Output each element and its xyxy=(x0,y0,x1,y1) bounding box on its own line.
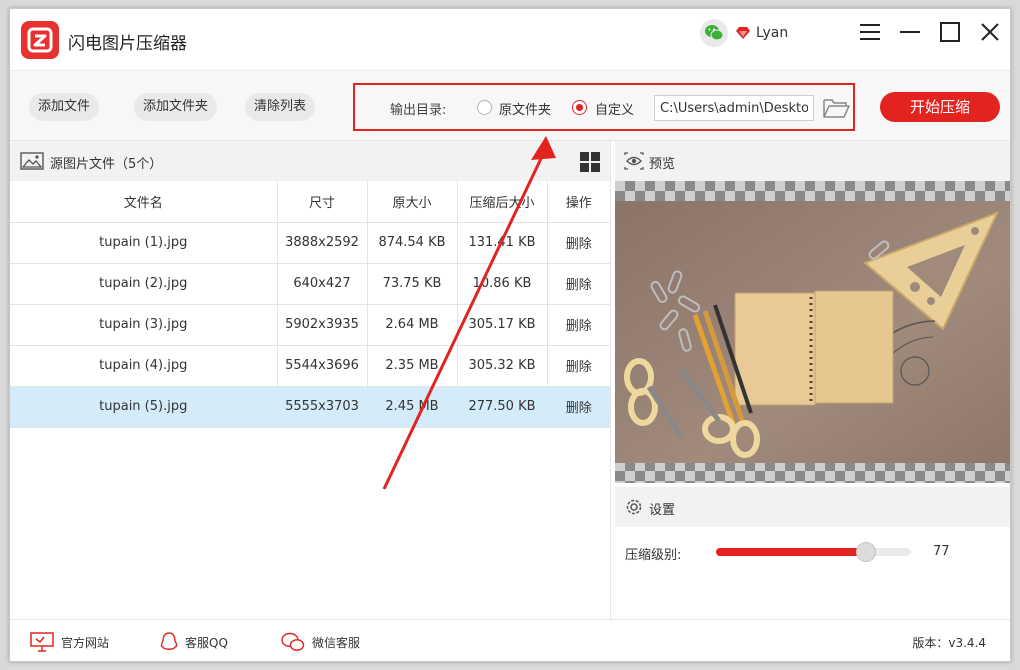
source-files-header: 源图片文件（5个） xyxy=(10,141,610,181)
compressed-size: 131.41 KB xyxy=(457,222,548,264)
official-website-link[interactable]: 官方网站 xyxy=(30,632,109,652)
file-name: tupain (4).jpg xyxy=(10,345,278,387)
gear-icon xyxy=(626,499,642,515)
compression-level-slider[interactable] xyxy=(716,542,911,562)
file-name: tupain (1).jpg xyxy=(10,222,278,264)
qq-support-label[interactable]: 客服QQ xyxy=(185,634,228,651)
close-icon[interactable] xyxy=(977,19,1003,45)
wechat-support-label[interactable]: 微信客服 xyxy=(312,634,360,651)
output-directory-label: 输出目录: xyxy=(390,103,447,118)
radio-custom-folder-label[interactable]: 自定义 xyxy=(595,99,634,118)
column-header: 文件名 xyxy=(10,181,278,223)
source-files-title: 源图片文件（5个） xyxy=(50,157,163,172)
original-size: 2.35 MB xyxy=(367,345,458,387)
image-icon xyxy=(20,152,44,170)
compressed-size: 305.17 KB xyxy=(457,304,548,346)
eye-icon xyxy=(624,152,644,170)
file-dimensions: 5544x3696 xyxy=(277,345,368,387)
preview-title: 预览 xyxy=(649,157,676,172)
file-dimensions: 5555x3703 xyxy=(277,386,368,428)
qq-icon xyxy=(160,632,178,650)
file-name: tupain (2).jpg xyxy=(10,263,278,305)
compressed-size: 305.32 KB xyxy=(457,345,548,387)
settings-header: 设置 xyxy=(615,487,1010,527)
clear-list-button[interactable]: 清除列表 xyxy=(245,93,316,121)
vip-diamond-icon xyxy=(736,27,750,39)
column-header: 尺寸 xyxy=(277,181,368,223)
grid-view-icon[interactable] xyxy=(580,152,600,172)
monitor-icon xyxy=(30,632,54,652)
title-bar: 闪电图片压缩器 Lyan xyxy=(10,9,1010,71)
delete-link[interactable]: 删除 xyxy=(547,345,610,387)
radio-original-folder[interactable] xyxy=(477,100,492,115)
settings-title: 设置 xyxy=(649,503,676,518)
radio-original-folder-label[interactable]: 原文件夹 xyxy=(499,99,551,118)
add-folder-button[interactable]: 添加文件夹 xyxy=(134,93,218,121)
wechat-support-link[interactable]: 微信客服 xyxy=(281,632,360,652)
file-name: tupain (3).jpg xyxy=(10,304,278,346)
table-header-row: 文件名 尺寸 原大小 压缩后大小 操作 xyxy=(10,181,610,223)
version-label: 版本：v3.4.4 xyxy=(912,636,986,650)
source-files-panel: 源图片文件（5个） 文件名 尺寸 原大小 压缩后大小 操作 tupain (1)… xyxy=(10,141,611,619)
table-row[interactable]: tupain (2).jpg 640x427 73.75 KB 10.86 KB… xyxy=(10,263,610,305)
preview-canvas xyxy=(615,181,1010,483)
radio-custom-folder[interactable] xyxy=(572,100,587,115)
delete-link[interactable]: 删除 xyxy=(547,222,610,264)
user-area[interactable]: Lyan xyxy=(700,19,788,47)
column-header: 操作 xyxy=(547,181,610,223)
browse-folder-icon[interactable] xyxy=(822,96,850,120)
start-compress-button[interactable]: 开始压缩 xyxy=(880,92,1000,122)
delete-link[interactable]: 删除 xyxy=(547,386,610,428)
menu-icon[interactable] xyxy=(857,19,883,45)
wechat-login-icon[interactable] xyxy=(700,19,728,47)
output-directory-group: 输出目录: 原文件夹 自定义 xyxy=(353,83,855,131)
file-dimensions: 640x427 xyxy=(277,263,368,305)
slider-fill xyxy=(716,548,867,556)
original-size: 874.54 KB xyxy=(367,222,458,264)
table-row-selected[interactable]: tupain (5).jpg 5555x3703 2.45 MB 277.50 … xyxy=(10,386,610,428)
table-row[interactable]: tupain (3).jpg 5902x3935 2.64 MB 305.17 … xyxy=(10,304,610,346)
wechat-icon xyxy=(281,632,305,651)
app-logo-icon xyxy=(21,21,59,59)
qq-support-link[interactable]: 客服QQ xyxy=(160,632,228,652)
delete-link[interactable]: 删除 xyxy=(547,263,610,305)
preview-image xyxy=(615,201,1010,463)
file-dimensions: 5902x3935 xyxy=(277,304,368,346)
app-title: 闪电图片压缩器 xyxy=(68,34,187,54)
official-website-label[interactable]: 官方网站 xyxy=(61,634,109,651)
preview-header: 预览 xyxy=(615,141,1010,181)
compression-level-value: 77 xyxy=(933,544,950,559)
toolbar: 添加文件 添加文件夹 清除列表 输出目录: 原文件夹 自定义 开始压缩 xyxy=(10,71,1010,141)
minimize-icon[interactable] xyxy=(897,19,923,45)
original-size: 2.45 MB xyxy=(367,386,458,428)
delete-link[interactable]: 删除 xyxy=(547,304,610,346)
original-size: 2.64 MB xyxy=(367,304,458,346)
file-dimensions: 3888x2592 xyxy=(277,222,368,264)
original-size: 73.75 KB xyxy=(367,263,458,305)
app-window: 闪电图片压缩器 Lyan 添加文件 添加文件夹 清除列表 输出目录: 原文件夹 … xyxy=(9,8,1011,662)
table-row[interactable]: tupain (4).jpg 5544x3696 2.35 MB 305.32 … xyxy=(10,345,610,387)
preview-settings-panel: 预览 设置 压缩级别: 77 xyxy=(615,141,1010,619)
username: Lyan xyxy=(756,25,789,41)
table-row[interactable]: tupain (1).jpg 3888x2592 874.54 KB 131.4… xyxy=(10,222,610,264)
slider-thumb[interactable] xyxy=(856,542,877,562)
compressed-size: 10.86 KB xyxy=(457,263,548,305)
compressed-size: 277.50 KB xyxy=(457,386,548,428)
column-header: 压缩后大小 xyxy=(457,181,548,223)
output-path-input[interactable] xyxy=(654,95,814,121)
compression-level-label: 压缩级别: xyxy=(625,548,682,563)
file-table: 文件名 尺寸 原大小 压缩后大小 操作 tupain (1).jpg 3888x… xyxy=(10,181,610,428)
footer: 官方网站 客服QQ 微信客服 版本：v3.4.4 xyxy=(10,619,1010,661)
file-name: tupain (5).jpg xyxy=(10,386,278,428)
maximize-icon[interactable] xyxy=(937,19,963,45)
add-file-button[interactable]: 添加文件 xyxy=(29,93,100,121)
column-header: 原大小 xyxy=(367,181,458,223)
